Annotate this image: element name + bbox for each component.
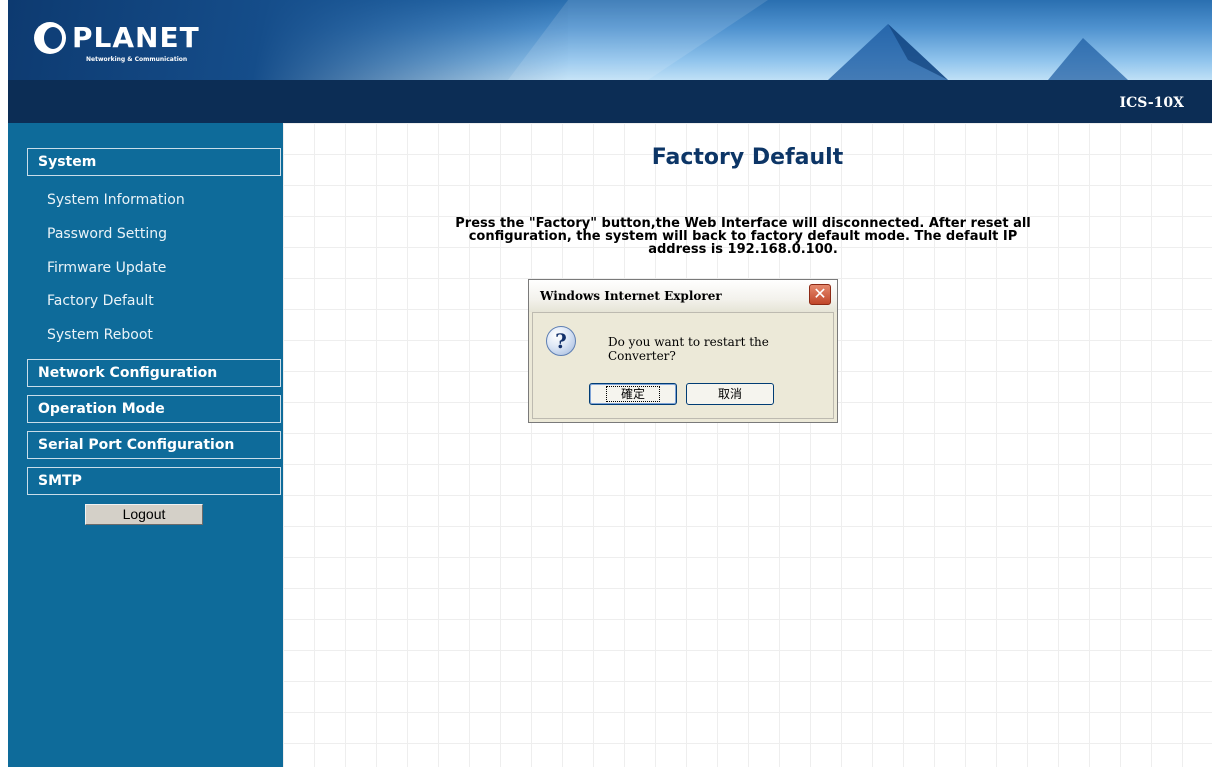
page-title: Factory Default (651, 145, 844, 170)
sidebar-section-network-configuration[interactable]: Network Configuration (27, 359, 281, 387)
model-name: ICS-10X (1119, 95, 1184, 111)
main-content: Factory Default Press the "Factory" butt… (283, 123, 1212, 767)
ok-button-label: 確定 (605, 386, 660, 402)
dialog-message: Do you want to restart the Converter? (608, 335, 769, 363)
dialog-body: ? Do you want to restart the Converter? … (532, 312, 834, 419)
header-banner: PLANET Networking & Communication (8, 0, 1212, 80)
sidebar-item-firmware-update[interactable]: Firmware Update (47, 260, 166, 276)
sidebar-item-system-reboot[interactable]: System Reboot (47, 327, 153, 343)
top-nav-bar (8, 80, 1212, 123)
sidebar-section-operation-mode[interactable]: Operation Mode (27, 395, 281, 423)
sidebar-section-system[interactable]: System (27, 148, 281, 176)
sidebar-item-password-setting[interactable]: Password Setting (47, 226, 167, 242)
close-icon[interactable]: ✕ (809, 284, 831, 305)
factory-default-message: Press the "Factory" button,the Web Inter… (455, 216, 1031, 257)
logout-button[interactable]: Logout (85, 504, 203, 525)
logo-tagline: Networking & Communication (86, 56, 188, 63)
dialog-title-bar[interactable]: Windows Internet Explorer ✕ (529, 280, 837, 312)
planet-logo: PLANET Networking & Communication (34, 21, 200, 63)
logo-text: PLANET (72, 21, 200, 54)
dialog-title: Windows Internet Explorer (540, 289, 722, 303)
sidebar-item-factory-default[interactable]: Factory Default (47, 293, 154, 309)
logo-icon (34, 22, 66, 54)
cancel-button[interactable]: 取消 (686, 383, 774, 405)
sidebar-item-system-information[interactable]: System Information (47, 192, 185, 208)
sidebar-section-serial-port-configuration[interactable]: Serial Port Configuration (27, 431, 281, 459)
confirm-dialog: Windows Internet Explorer ✕ ? Do you wan… (528, 279, 838, 423)
sidebar-section-smtp[interactable]: SMTP (27, 467, 281, 495)
sidebar: System System Information Password Setti… (8, 123, 283, 767)
question-icon: ? (546, 326, 576, 356)
ok-button[interactable]: 確定 (589, 383, 677, 405)
